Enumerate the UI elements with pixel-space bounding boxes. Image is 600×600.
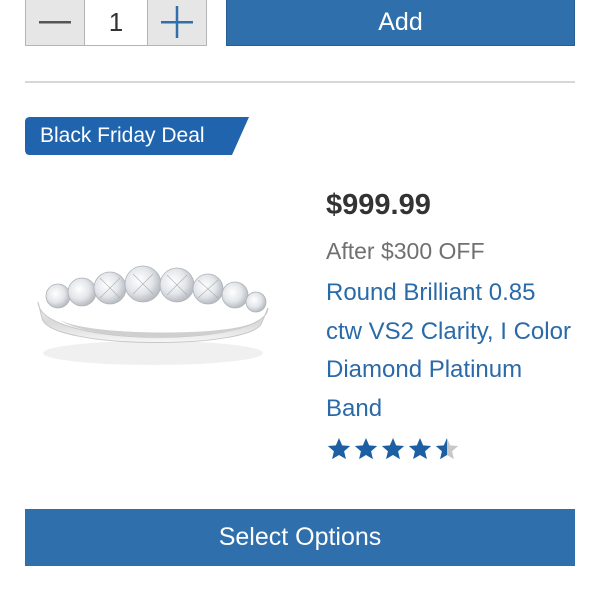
quantity-input[interactable]: 1 <box>85 0 147 45</box>
add-to-cart-button[interactable]: Add <box>226 0 575 46</box>
discount-text: After $300 OFF <box>326 238 485 264</box>
plus-icon <box>161 6 193 38</box>
star-icon <box>381 437 405 460</box>
product-price: $999.99 <box>326 189 431 221</box>
diamond-ring-image[interactable] <box>30 250 275 380</box>
half-star-icon <box>435 437 459 460</box>
select-options-button[interactable]: Select Options <box>25 509 575 566</box>
deal-badge: Black Friday Deal <box>25 117 249 155</box>
decrement-button[interactable] <box>26 0 85 45</box>
star-rating <box>326 436 460 462</box>
minus-icon <box>39 21 71 24</box>
product-title-link[interactable]: Round Brilliant 0.85 ctw VS2 Clarity, I … <box>326 274 576 428</box>
star-icon <box>408 437 432 460</box>
divider <box>25 81 575 83</box>
deal-badge-label: Black Friday Deal <box>40 124 205 147</box>
star-icon <box>354 437 378 460</box>
increment-button[interactable] <box>147 0 206 45</box>
star-icon <box>327 437 351 460</box>
quantity-stepper: 1 <box>25 0 207 46</box>
